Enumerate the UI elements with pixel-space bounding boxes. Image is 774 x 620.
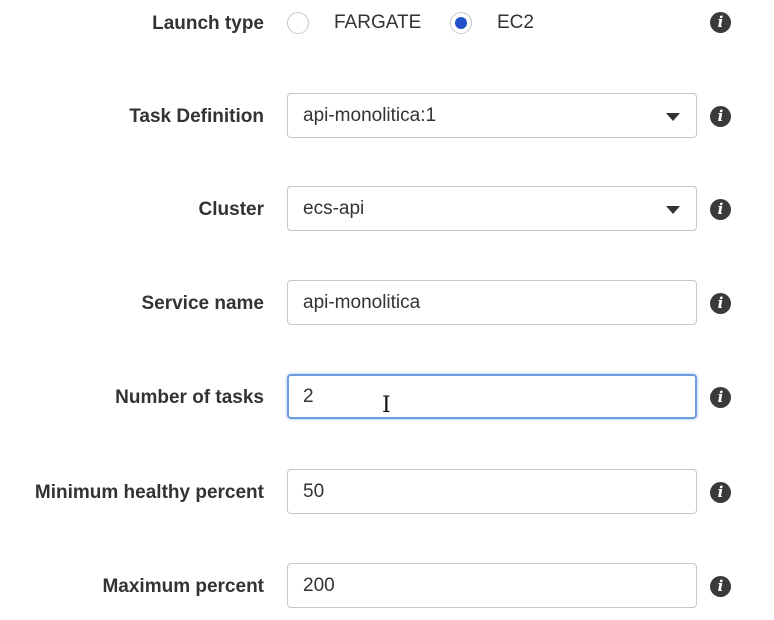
info-icon[interactable]: i <box>710 482 731 503</box>
task-definition-row: Task Definition api-monolitica:1 i <box>0 93 774 141</box>
max-percent-input[interactable]: 200 <box>287 563 697 608</box>
launch-type-label: Launch type <box>152 13 264 34</box>
launch-type-row: Launch type FARGATE EC2 i <box>0 0 774 48</box>
number-of-tasks-row: Number of tasks 2 I i <box>0 374 774 422</box>
service-name-row: Service name api-monolitica i <box>0 280 774 328</box>
fargate-radio-label[interactable]: FARGATE <box>334 0 421 46</box>
info-icon[interactable]: i <box>710 293 731 314</box>
service-name-input[interactable]: api-monolitica <box>287 280 697 325</box>
max-percent-label: Maximum percent <box>102 576 264 597</box>
service-name-value: api-monolitica <box>303 292 421 313</box>
number-of-tasks-input[interactable]: 2 I <box>287 374 697 419</box>
task-definition-value: api-monolitica:1 <box>303 105 437 126</box>
caret-down-icon <box>666 206 680 214</box>
cluster-label: Cluster <box>198 199 264 220</box>
number-of-tasks-value: 2 <box>303 386 314 407</box>
min-healthy-percent-row: Minimum healthy percent 50 i <box>0 469 774 517</box>
info-icon[interactable]: i <box>710 576 731 597</box>
min-healthy-percent-label: Minimum healthy percent <box>34 482 264 503</box>
info-icon[interactable]: i <box>710 387 731 408</box>
cluster-select[interactable]: ecs-api <box>287 186 697 231</box>
min-healthy-percent-input[interactable]: 50 <box>287 469 697 514</box>
info-icon[interactable]: i <box>710 106 731 127</box>
max-percent-value: 200 <box>303 575 335 596</box>
fargate-radio[interactable] <box>287 12 309 34</box>
ec2-radio-label[interactable]: EC2 <box>497 0 534 46</box>
cluster-row: Cluster ecs-api i <box>0 186 774 234</box>
ec2-radio[interactable] <box>450 12 472 34</box>
number-of-tasks-label: Number of tasks <box>115 387 264 408</box>
min-healthy-percent-value: 50 <box>303 481 325 502</box>
max-percent-row: Maximum percent 200 i <box>0 563 774 611</box>
task-definition-label: Task Definition <box>129 106 264 127</box>
info-icon[interactable]: i <box>710 199 731 220</box>
service-name-label: Service name <box>141 293 264 314</box>
text-cursor-icon: I <box>382 393 391 418</box>
cluster-value: ecs-api <box>303 198 365 219</box>
info-icon[interactable]: i <box>710 12 731 33</box>
caret-down-icon <box>666 113 680 121</box>
task-definition-select[interactable]: api-monolitica:1 <box>287 93 697 138</box>
